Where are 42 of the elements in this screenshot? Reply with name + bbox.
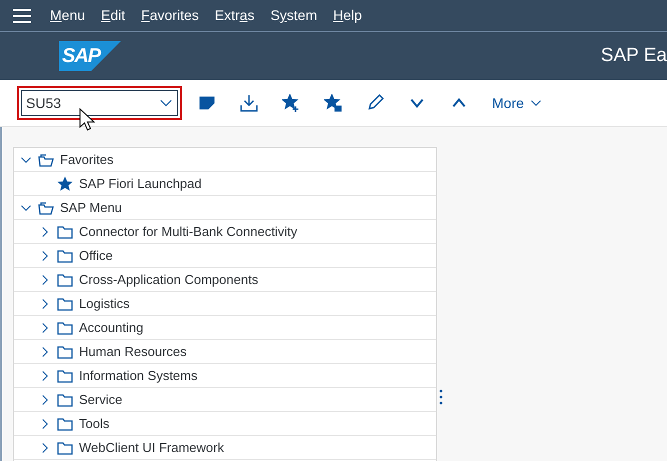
open-folder-icon <box>38 200 54 216</box>
star-plus-icon <box>282 94 300 112</box>
menu-item[interactable]: Favorites <box>135 5 205 26</box>
splitter-handle-icon[interactable] <box>439 389 443 405</box>
menu-item[interactable]: Help <box>327 5 368 26</box>
tree-label: Connector for Multi-Bank Connectivity <box>79 222 298 241</box>
menu-item[interactable]: Extras <box>208 5 260 26</box>
tree-label: WebClient UI Framework <box>79 438 224 457</box>
more-button[interactable]: More <box>492 92 542 114</box>
tree-label: Cross-Application Components <box>79 270 258 289</box>
logo: SAP <box>59 41 121 71</box>
folder-icon <box>57 320 73 336</box>
folder-icon <box>57 248 73 264</box>
tree-label: Service <box>79 390 122 409</box>
star-icon <box>57 176 73 192</box>
menu-item[interactable]: System <box>264 5 324 26</box>
open-folder-icon <box>38 152 54 168</box>
folder-icon <box>57 416 73 432</box>
tree-label: Information Systems <box>79 366 198 385</box>
tree-label: Human Resources <box>79 342 187 361</box>
tree-label: SAP Fiori Launchpad <box>79 174 202 193</box>
menu-item[interactable]: Edit <box>95 5 132 26</box>
folder-icon <box>57 368 73 384</box>
tree-label: SAP Menu <box>60 198 122 217</box>
tree-label: Logistics <box>79 294 130 313</box>
command-field[interactable]: SU53 <box>17 86 182 120</box>
tree-label: Tools <box>79 414 110 433</box>
tree-label: Accounting <box>79 318 144 337</box>
tree-label: Office <box>79 246 113 265</box>
pencil-icon <box>366 94 384 112</box>
folder-icon <box>57 224 73 240</box>
folder-icon <box>57 344 73 360</box>
menu-icon[interactable] <box>12 8 32 24</box>
command-text: SU53 <box>26 94 62 112</box>
download-icon <box>240 94 258 112</box>
tree-label: Favorites <box>60 150 114 169</box>
folder-icon <box>57 272 73 288</box>
folder-icon <box>57 440 73 456</box>
folder-icon <box>57 296 73 312</box>
window-title: SAP Ea <box>600 44 667 68</box>
folder-icon <box>57 392 73 408</box>
menu-item[interactable]: Menu <box>44 5 92 26</box>
